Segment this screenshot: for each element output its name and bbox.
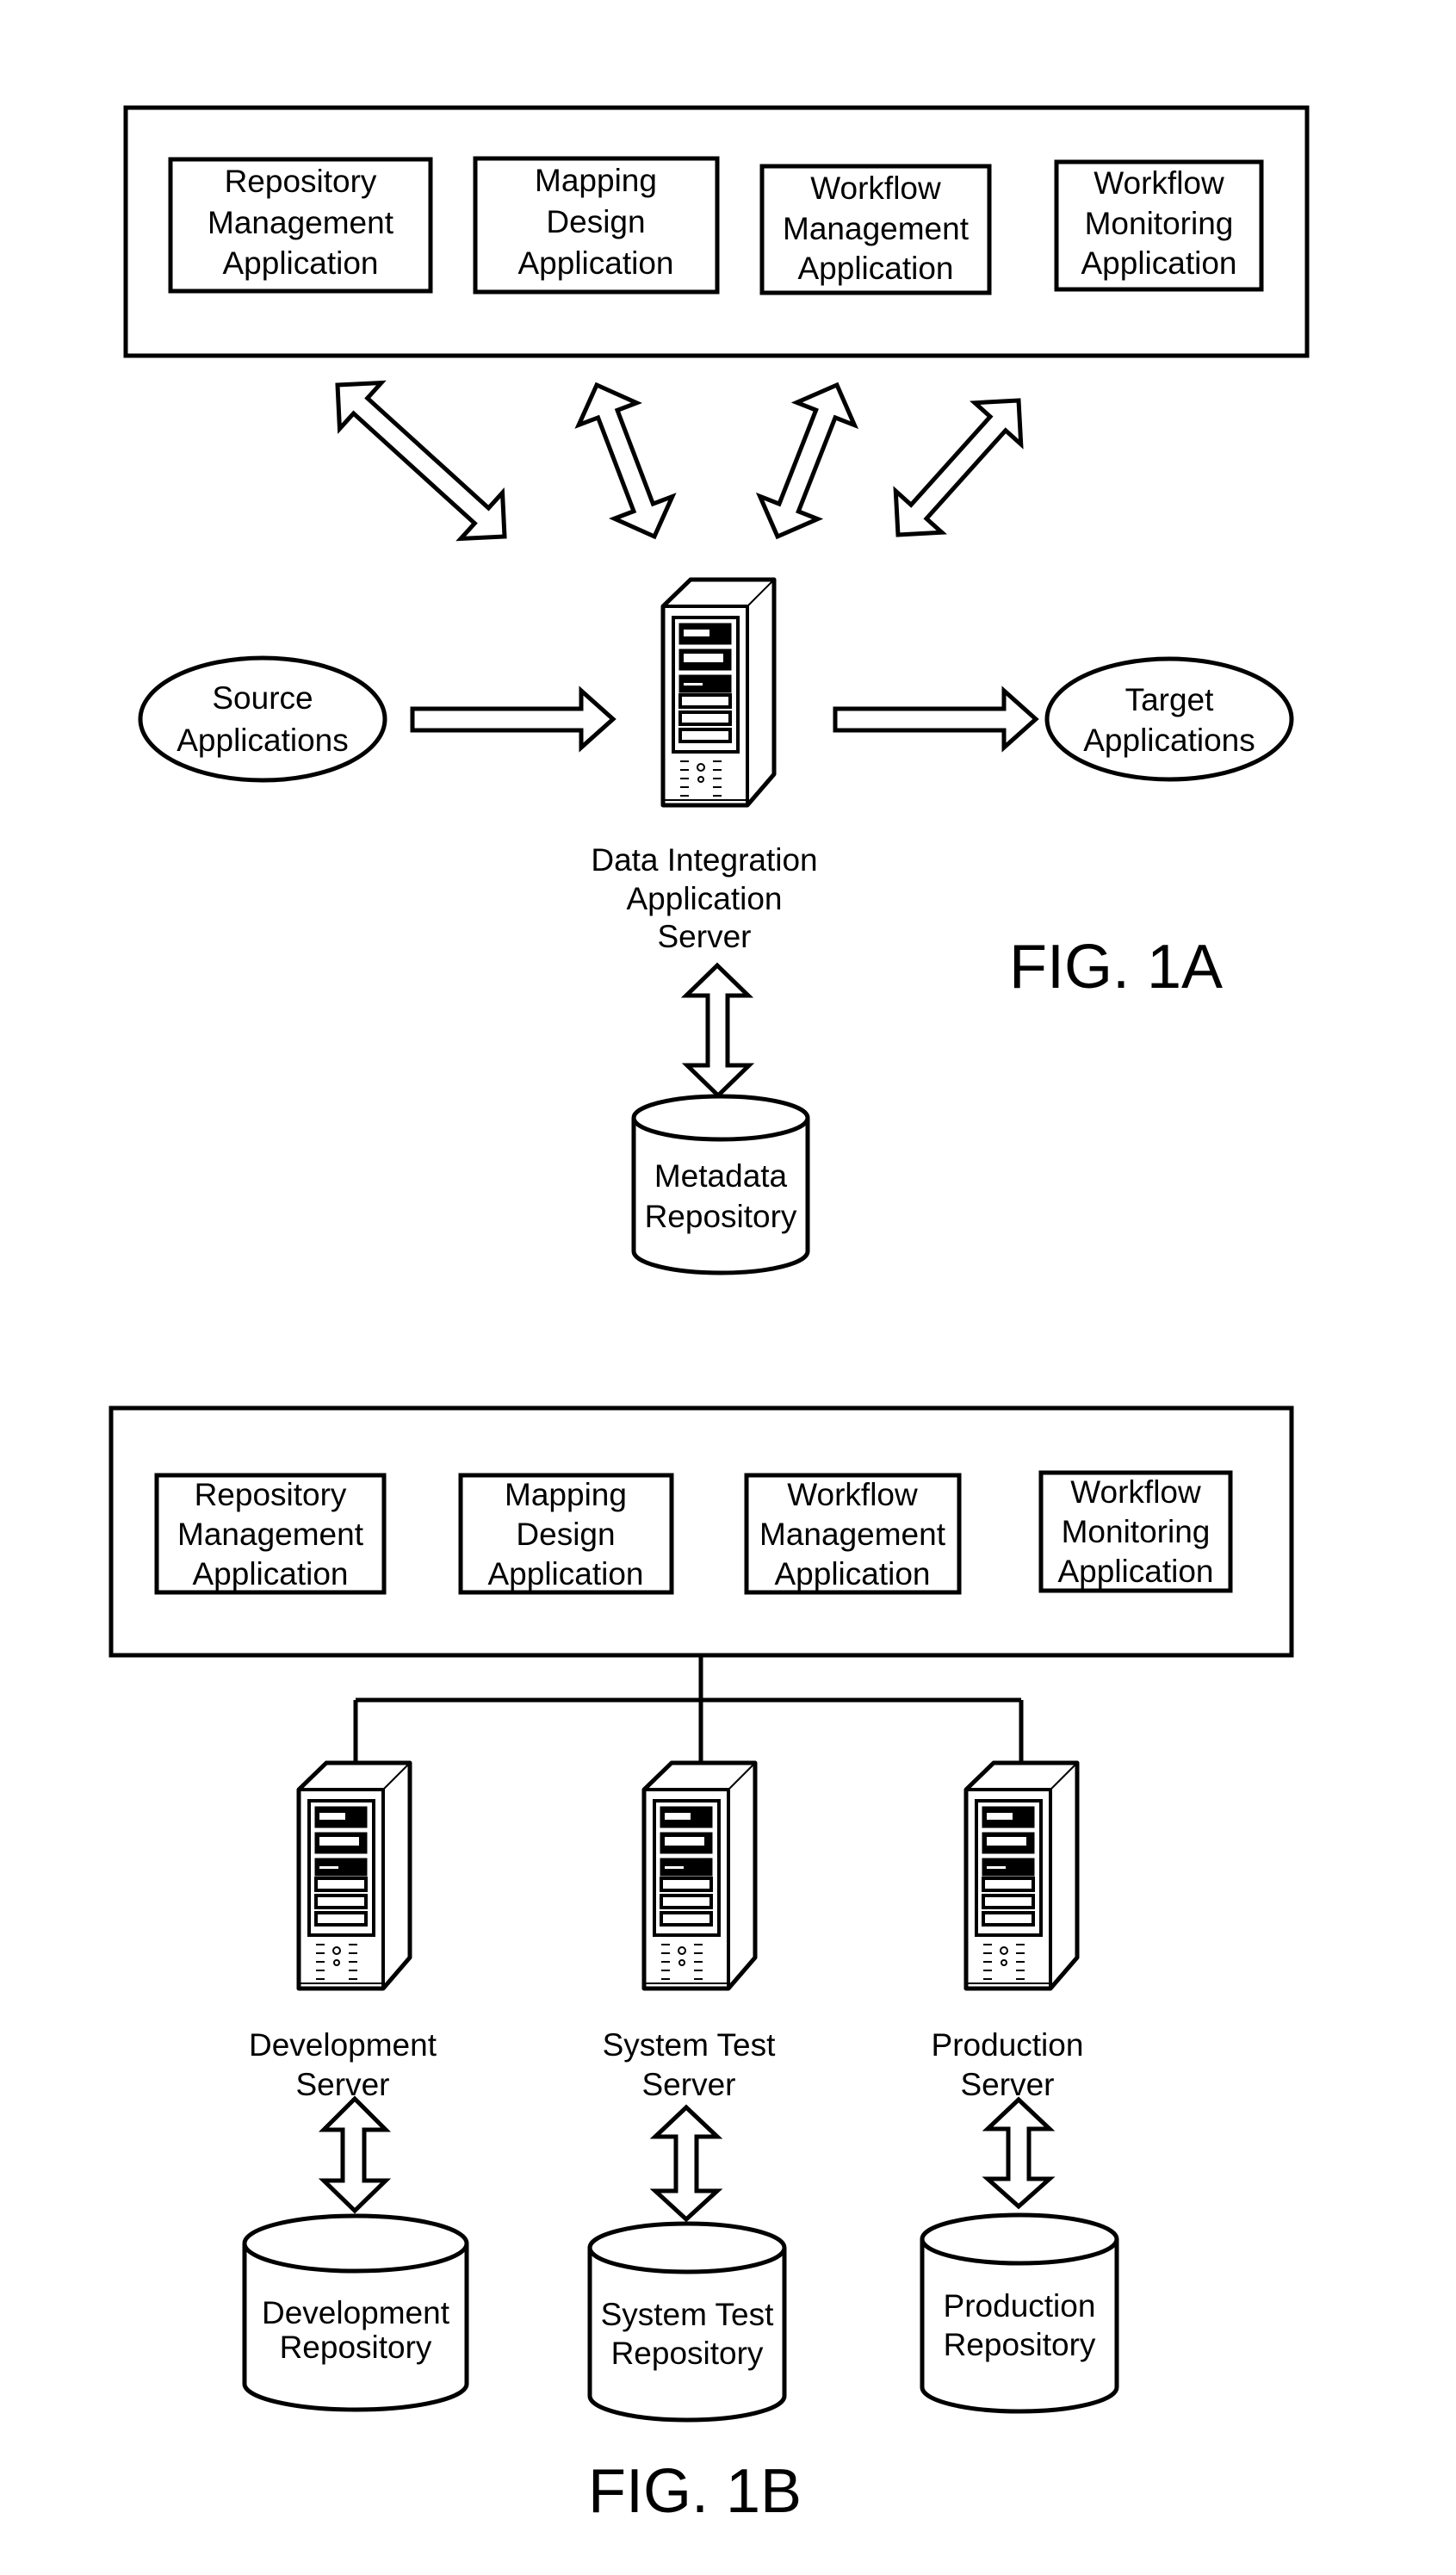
app-label-line: Application [1057,1554,1213,1589]
data-integration-server-icon [663,580,774,805]
app-box-workflow-management: Workflow Management Application [744,1473,962,1595]
app-label-line: Monitoring [1085,206,1234,241]
server-repository-arrow [680,962,755,1099]
fig-1b-caption: FIG. 1B [588,2457,802,2526]
server-label-line: Application [626,881,782,916]
patent-figure-canvas: Repository Management Application Mappin… [108,105,1310,2526]
app-label-line: Design [516,1517,615,1552]
server-label-line: Development [249,2027,437,2063]
app-label-line: Design [546,204,645,239]
app-label-line: Application [1081,245,1236,281]
source-to-server-arrow [410,686,616,753]
repository-label-line: Repository [611,2336,764,2371]
app-label-line: Monitoring [1062,1514,1211,1549]
app-label-line: Mapping [505,1477,627,1512]
test-server-repository-arrow [649,2104,723,2223]
app-box-workflow-management: Workflow Management Application [759,164,992,295]
fig-1a-caption: FIG. 1A [1009,933,1223,1002]
system-test-server-icon [644,1763,755,1989]
repository-label-line: Production [944,2288,1096,2324]
app-label-line: Application [774,1556,930,1592]
development-server-icon [299,1763,410,1989]
bidirectional-arrow-3 [755,382,859,540]
server-label-line: Server [658,919,752,954]
repository-label-line: Repository [645,1199,797,1234]
system-test-repository-icon: System Test Repository [587,2221,787,2423]
server-label-line: Server [642,2067,736,2102]
app-box-workflow-monitoring: Workflow Monitoring Application [1054,159,1264,292]
production-server-icon [966,1763,1077,1989]
repository-label-line: Repository [280,2330,432,2365]
source-label-line: Source [212,680,313,716]
development-repository-icon: Development Repository [242,2213,469,2412]
app-label-line: Application [797,251,953,286]
repository-label-line: Development [262,2295,450,2330]
app-label-line: Management [177,1517,364,1552]
target-applications-node: Target Applications [1044,656,1294,782]
app-box-repository-management: Repository Management Application [154,1473,387,1595]
app-label-line: Management [783,211,970,246]
app-label-line: Mapping [535,163,657,198]
repository-label-line: Repository [944,2327,1096,2362]
target-label-line: Target [1125,682,1215,717]
app-box-workflow-monitoring: Workflow Monitoring Application [1038,1470,1233,1593]
app-label-line: Workflow [787,1477,918,1512]
bidirectional-arrow-1 [335,380,507,542]
target-label-line: Applications [1083,723,1255,758]
dev-server-repository-arrow [318,2095,392,2214]
app-label-line: Application [517,245,673,281]
app-label-line: Workflow [1070,1474,1201,1510]
server-label-line: Production [932,2027,1084,2063]
server-to-target-arrow [833,686,1039,753]
metadata-repository-icon: Metadata Repository [631,1094,810,1275]
app-box-mapping-design: Mapping Design Application [473,156,720,295]
source-label-line: Applications [177,723,349,758]
app-label-line: Application [192,1556,348,1592]
source-applications-node: Source Applications [138,655,387,783]
app-label-line: Repository [195,1477,347,1512]
server-label-line: Server [961,2067,1055,2102]
app-box-repository-management: Repository Management Application [168,157,433,294]
repository-label-line: Metadata [654,1158,788,1194]
app-label-line: Management [208,205,394,240]
bidirectional-arrow-4 [893,398,1024,537]
app-label-line: Application [222,245,378,281]
fig1a: Repository Management Application Mappin… [123,105,1310,1275]
server-bus-connector [353,1655,1024,1777]
prod-server-repository-arrow [982,2096,1056,2210]
fig1b: Repository Management Application Mappin… [108,1405,1294,2526]
app-box-mapping-design: Mapping Design Application [458,1473,674,1595]
app-label-line: Management [759,1517,946,1552]
server-label-line: Data Integration [591,842,817,878]
app-label-line: Workflow [1094,165,1224,201]
client-server-arrows [335,380,1024,542]
app-label-line: Repository [225,164,377,199]
app-label-line: Application [487,1556,643,1592]
production-repository-icon: Production Repository [920,2212,1119,2414]
server-label-line: Server [296,2067,390,2102]
bidirectional-arrow-2 [574,382,677,540]
server-label-line: System Test [603,2027,777,2063]
app-label-line: Workflow [810,171,941,206]
repository-label-line: System Test [601,2297,775,2332]
